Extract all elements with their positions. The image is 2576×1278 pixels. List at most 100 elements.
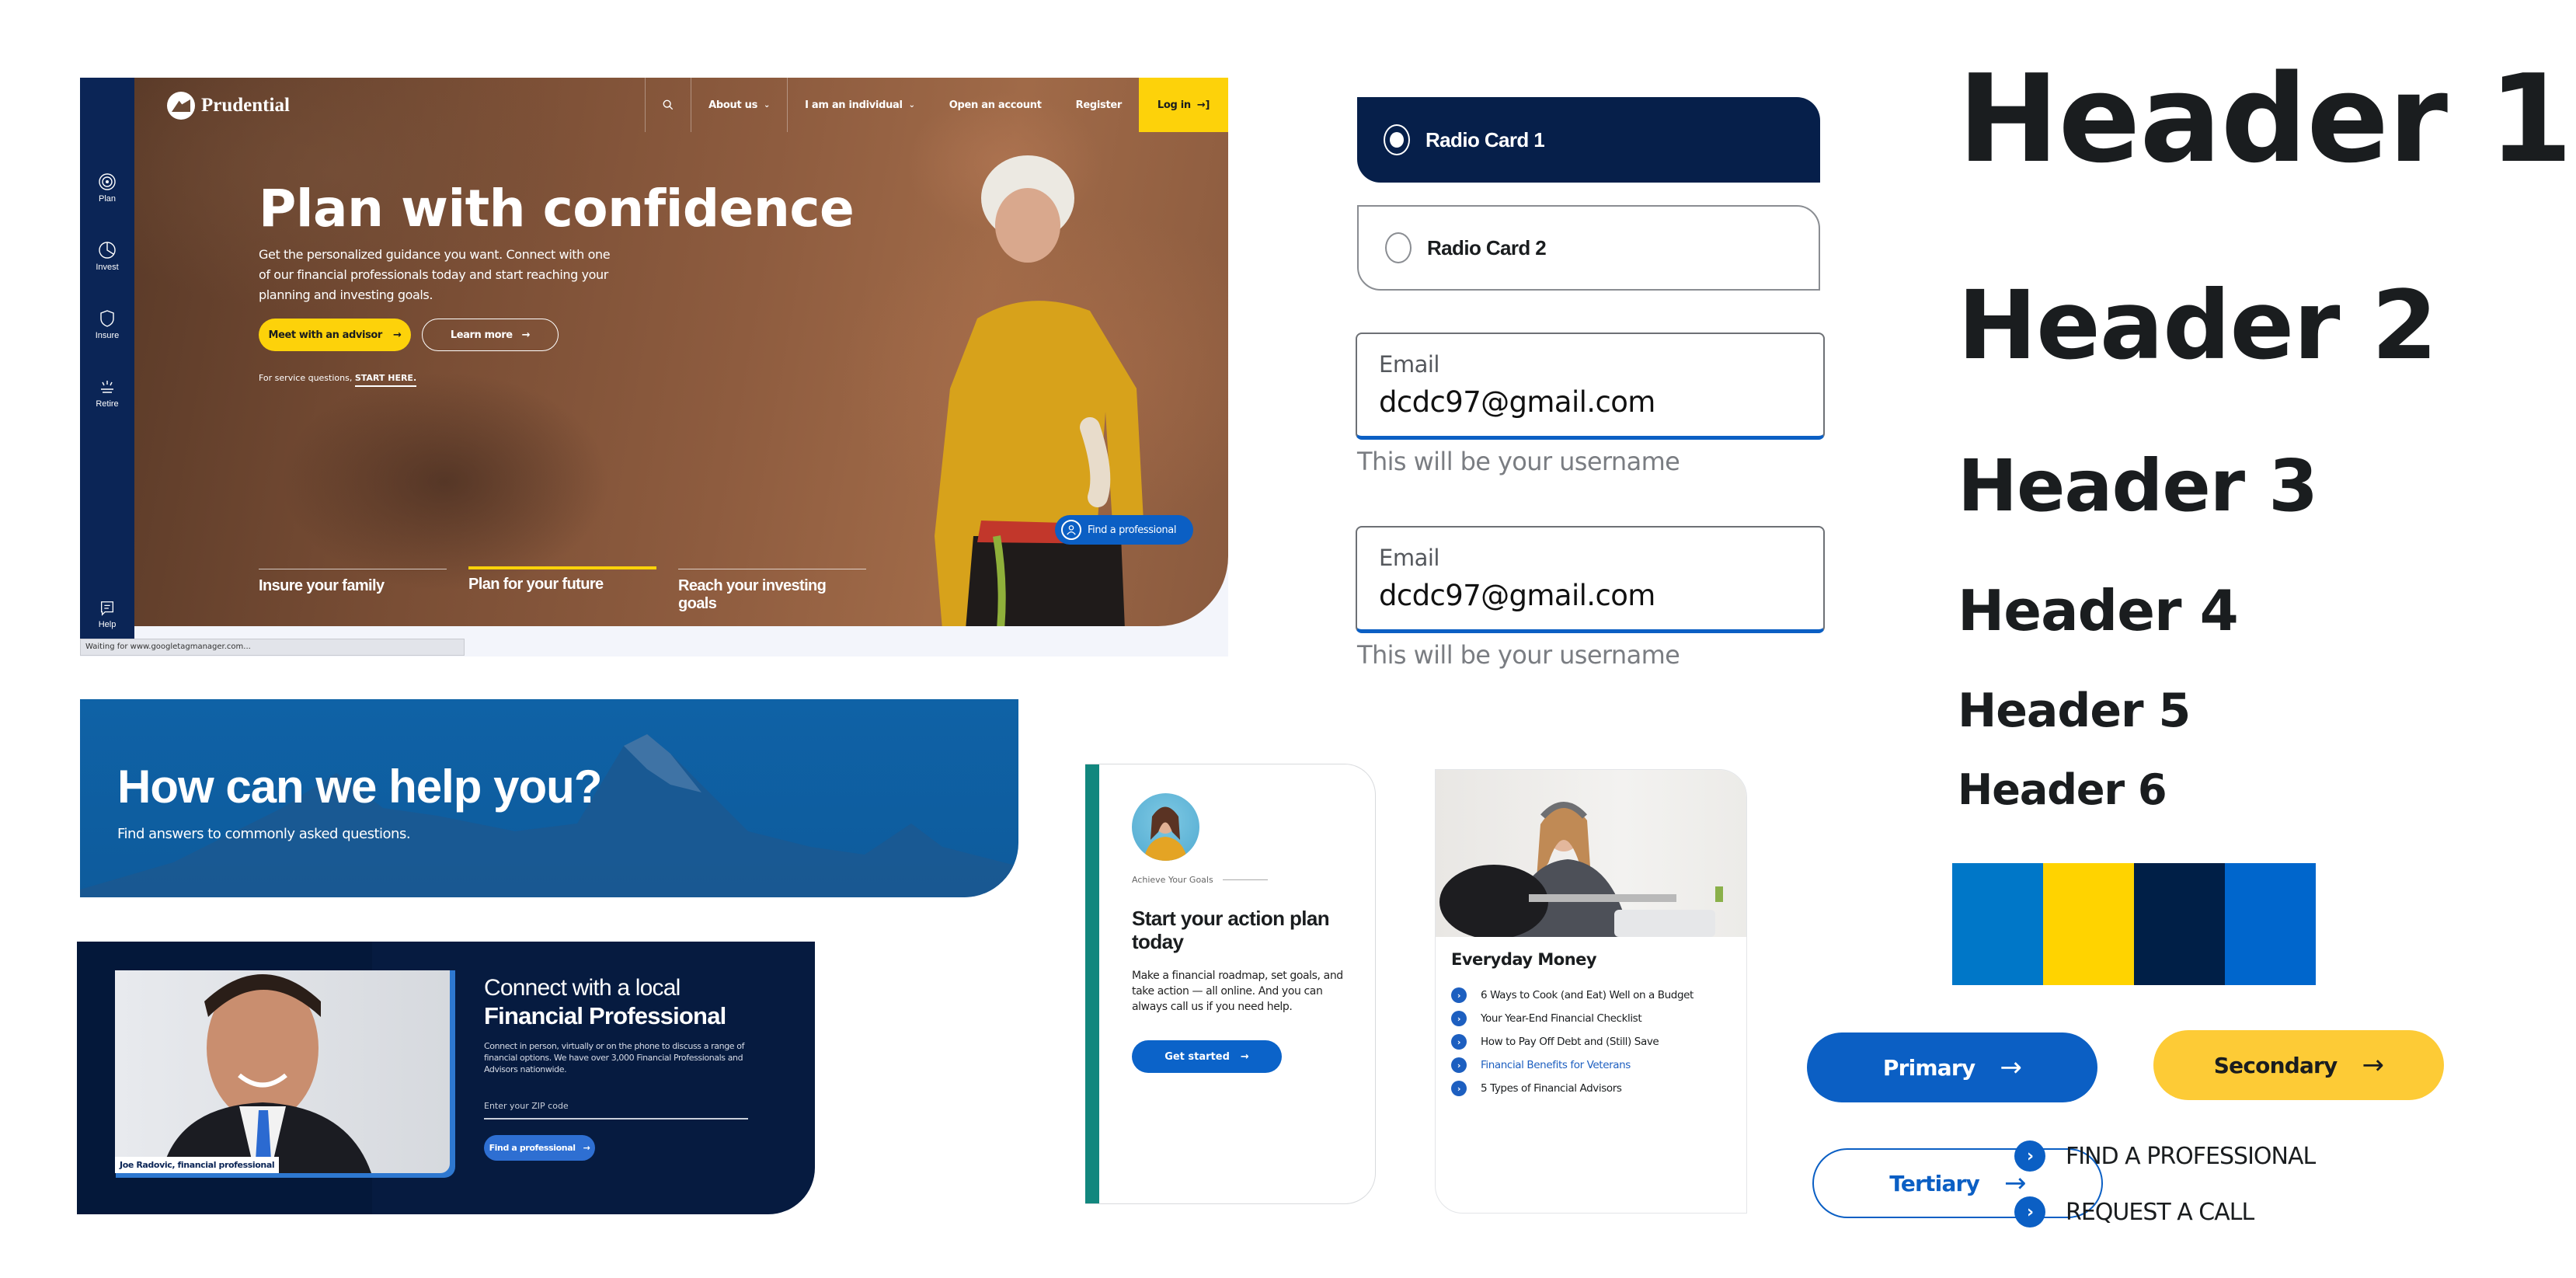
arrow-right-icon: → <box>1240 1050 1249 1063</box>
field-label: Email <box>1379 545 1439 571</box>
eyebrow-text: Achieve Your Goals <box>1132 875 1213 885</box>
field-helper-text: This will be your username <box>1357 640 1680 670</box>
email-field-2[interactable]: Email <box>1356 526 1825 633</box>
nav-label: About us <box>708 99 758 111</box>
sidebar-label: Help <box>98 620 117 629</box>
sidebar-item-retire[interactable]: Retire <box>80 378 134 409</box>
tab-plan-future[interactable]: Plan for your future <box>468 566 656 613</box>
sidebar-label: Invest <box>96 263 119 272</box>
chevron-right-icon: › <box>1451 1034 1467 1050</box>
sunrise-icon <box>101 381 113 393</box>
advisor-portrait <box>162 974 371 1173</box>
email-field-1[interactable]: Email <box>1356 333 1825 440</box>
sidebar-label: Insure <box>95 331 120 340</box>
link-label: FIND A PROFESSIONAL <box>2066 1142 2316 1170</box>
button-label: Get started <box>1164 1050 1230 1063</box>
hero-tabs: Insure your family Plan for your future … <box>259 566 866 613</box>
login-arrow-icon: →] <box>1196 99 1210 111</box>
card-title: Start your action plan today <box>1132 907 1330 953</box>
article-link[interactable]: › Your Year-End Financial Checklist <box>1451 1007 1694 1030</box>
header-6-sample: Header 6 <box>1958 765 2167 814</box>
woman-avatar <box>1132 793 1199 861</box>
nav-label: I am an individual <box>805 99 903 111</box>
brand-name: Prudential <box>201 95 290 116</box>
button-label: Primary <box>1882 1054 1976 1081</box>
swatch-blue <box>1952 863 2043 985</box>
email-input[interactable] <box>1379 579 1798 612</box>
tab-investing-goals[interactable]: Reach your investing goals <box>678 569 866 613</box>
article-label: How to Pay Off Debt and (Still) Save <box>1481 1036 1659 1048</box>
guitar-woman-photo <box>1436 770 1746 937</box>
swatch-bright-blue <box>2225 863 2316 985</box>
sidebar-item-help[interactable]: Help <box>80 600 134 629</box>
left-sidebar: Plan Invest Insure Retire Help <box>80 78 134 645</box>
article-link[interactable]: › 6 Ways to Cook (and Eat) Well on a Budg… <box>1451 984 1694 1007</box>
meet-advisor-button[interactable]: Meet with an advisor → <box>259 319 411 351</box>
eyebrow-line <box>1222 879 1268 880</box>
chevron-down-icon: ⌄ <box>764 100 771 110</box>
browser-status-bar: Waiting for www.googletagmanager.com... <box>80 639 465 656</box>
button-label: Find a professional <box>1088 524 1177 536</box>
button-label: Learn more <box>450 329 513 341</box>
header-3-sample: Header 3 <box>1958 444 2318 528</box>
service-text: For service questions, <box>259 373 355 383</box>
start-here-link[interactable]: START HERE. <box>354 373 417 387</box>
chevron-right-icon: › <box>1451 987 1467 1003</box>
sidebar-label: Retire <box>96 399 119 409</box>
nav-open-account[interactable]: Open an account <box>932 78 1059 132</box>
radio-label: Radio Card 1 <box>1426 127 1545 151</box>
request-call-link[interactable]: › REQUEST A CALL <box>2014 1196 2254 1228</box>
learn-more-button[interactable]: Learn more → <box>422 319 559 351</box>
email-input[interactable] <box>1379 385 1798 419</box>
radio-selected-icon <box>1384 124 1410 155</box>
article-list: › 6 Ways to Cook (and Eat) Well on a Budg… <box>1451 984 1694 1100</box>
primary-button[interactable]: Primary → <box>1807 1032 2097 1102</box>
sidebar-item-plan[interactable]: Plan <box>80 172 134 204</box>
sidebar-item-invest[interactable]: Invest <box>80 241 134 272</box>
header-4-sample: Header 4 <box>1958 578 2239 643</box>
chevron-right-icon: › <box>1451 1057 1467 1073</box>
climber-photo <box>935 155 1144 626</box>
find-professional-button[interactable]: Find a professional → <box>484 1135 595 1161</box>
radio-card-2[interactable]: Radio Card 2 <box>1357 205 1820 291</box>
connect-description: Connect in person, virtually or on the p… <box>484 1041 745 1074</box>
action-plan-card: Achieve Your Goals Start your action pla… <box>1085 764 1376 1204</box>
nav-about-us[interactable]: About us ⌄ <box>691 78 787 132</box>
nav-i-am-an-individual[interactable]: I am an individual ⌄ <box>788 78 932 132</box>
login-label: Log in <box>1157 99 1191 111</box>
hero-subtitle: Get the personalized guidance you want. … <box>259 247 611 302</box>
login-button[interactable]: Log in →] <box>1139 78 1228 132</box>
article-link-highlighted[interactable]: › Financial Benefits for Veterans <box>1451 1053 1694 1077</box>
chat-icon <box>101 601 113 616</box>
radio-unselected-icon <box>1385 232 1412 263</box>
search-button[interactable] <box>646 78 691 132</box>
target-icon <box>99 173 116 190</box>
sidebar-item-insure[interactable]: Insure <box>80 309 134 340</box>
advisor-photo: Joe Radovic, financial professional <box>115 970 450 1173</box>
article-link[interactable]: › 5 Types of Financial Advisors <box>1451 1077 1694 1100</box>
nav-label: Register <box>1075 99 1123 111</box>
nav-register[interactable]: Register <box>1059 78 1139 132</box>
arrow-right-icon: → <box>2004 1168 2026 1199</box>
header-5-sample: Header 5 <box>1958 684 2191 738</box>
radio-label: Radio Card 2 <box>1427 235 1547 259</box>
arrow-right-icon: → <box>583 1143 590 1153</box>
prudential-logo[interactable]: Prudential <box>167 92 290 120</box>
article-link[interactable]: › How to Pay Off Debt and (Still) Save <box>1451 1030 1694 1053</box>
chevron-right-icon: › <box>1451 1011 1467 1026</box>
radio-card-1[interactable]: Radio Card 1 <box>1357 97 1820 183</box>
secondary-button[interactable]: Secondary → <box>2153 1030 2444 1100</box>
tab-insure-family[interactable]: Insure your family <box>259 569 447 613</box>
chevron-down-icon: ⌄ <box>908 100 915 110</box>
get-started-button[interactable]: Get started → <box>1132 1040 1282 1073</box>
sidebar-label: Plan <box>98 194 117 204</box>
header-1-sample: Header 1 <box>1958 48 2573 190</box>
field-helper-text: This will be your username <box>1357 447 1680 476</box>
zip-input[interactable]: Enter your ZIP code <box>484 1101 569 1111</box>
link-label: REQUEST A CALL <box>2066 1198 2254 1226</box>
find-professional-button[interactable]: Find a professional <box>1055 515 1193 545</box>
find-professional-link[interactable]: › FIND A PROFESSIONAL <box>2014 1140 2316 1172</box>
user-icon <box>1061 520 1081 540</box>
arrow-right-icon: → <box>2000 1052 2022 1083</box>
title-line-1: Connect with a local <box>484 975 681 1001</box>
